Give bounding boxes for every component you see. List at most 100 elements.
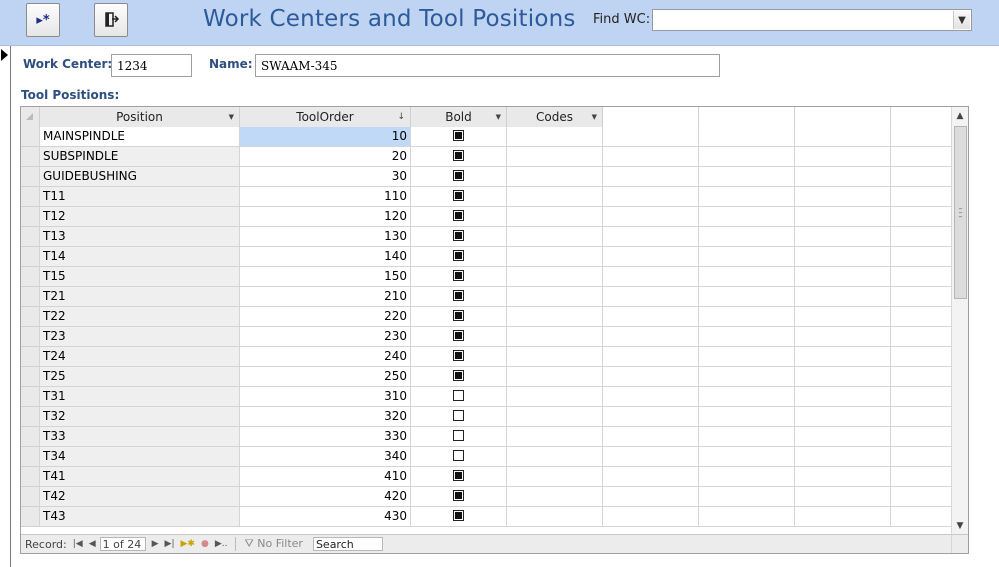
- bold-checkbox-checked[interactable]: [453, 310, 464, 321]
- first-record-icon[interactable]: |◀: [73, 539, 83, 549]
- table-row[interactable]: T41 410: [21, 467, 953, 487]
- column-header-bold[interactable]: Bold ▼: [411, 107, 507, 127]
- bold-cell[interactable]: [411, 467, 507, 487]
- new-record-nav-icon[interactable]: ▶✱: [181, 539, 195, 549]
- select-all-corner[interactable]: [21, 107, 40, 127]
- bold-checkbox-checked[interactable]: [453, 150, 464, 161]
- vertical-scrollbar[interactable]: ▲ – – – ▼: [951, 107, 968, 535]
- tool-order-cell[interactable]: 420: [240, 487, 411, 507]
- position-cell[interactable]: T23: [40, 327, 240, 347]
- table-row[interactable]: T13 130: [21, 227, 953, 247]
- row-selector[interactable]: [21, 327, 40, 347]
- row-selector[interactable]: [21, 247, 40, 267]
- bold-cell[interactable]: [411, 427, 507, 447]
- bold-cell[interactable]: [411, 287, 507, 307]
- name-field[interactable]: SWAAM-345: [255, 54, 720, 77]
- bold-checkbox-checked[interactable]: [453, 290, 464, 301]
- position-cell[interactable]: GUIDEBUSHING: [40, 167, 240, 187]
- bold-cell[interactable]: [411, 447, 507, 467]
- bold-cell[interactable]: [411, 207, 507, 227]
- bold-cell[interactable]: [411, 387, 507, 407]
- codes-cell[interactable]: [507, 427, 603, 447]
- tool-order-cell[interactable]: 120: [240, 207, 411, 227]
- row-selector[interactable]: [21, 307, 40, 327]
- position-cell[interactable]: T21: [40, 287, 240, 307]
- bold-checkbox-checked[interactable]: [453, 250, 464, 261]
- column-header-toolorder[interactable]: ToolOrder ↓: [240, 107, 411, 127]
- table-row[interactable]: T12 120: [21, 207, 953, 227]
- row-selector[interactable]: [21, 287, 40, 307]
- codes-cell[interactable]: [507, 347, 603, 367]
- tool-order-cell[interactable]: 20: [240, 147, 411, 167]
- bold-cell[interactable]: [411, 147, 507, 167]
- next-record-icon[interactable]: ▶: [152, 539, 159, 549]
- record-position-field[interactable]: 1 of 24: [99, 537, 146, 551]
- table-row[interactable]: T42 420: [21, 487, 953, 507]
- more-nav-icon[interactable]: ▶..: [215, 539, 228, 549]
- exit-button[interactable]: [94, 3, 128, 37]
- bold-cell[interactable]: [411, 487, 507, 507]
- codes-cell[interactable]: [507, 507, 603, 527]
- tool-order-cell[interactable]: 250: [240, 367, 411, 387]
- bold-checkbox-checked[interactable]: [453, 210, 464, 221]
- position-cell[interactable]: T34: [40, 447, 240, 467]
- table-row[interactable]: T33 330: [21, 427, 953, 447]
- tool-order-cell[interactable]: 430: [240, 507, 411, 527]
- row-selector[interactable]: [21, 187, 40, 207]
- row-selector[interactable]: [21, 467, 40, 487]
- position-cell[interactable]: T31: [40, 387, 240, 407]
- delete-record-icon[interactable]: ●: [201, 539, 209, 549]
- codes-cell[interactable]: [507, 407, 603, 427]
- row-selector[interactable]: [21, 447, 40, 467]
- row-selector[interactable]: [21, 407, 40, 427]
- table-row[interactable]: T24 240: [21, 347, 953, 367]
- position-cell[interactable]: T25: [40, 367, 240, 387]
- table-row[interactable]: T21 210: [21, 287, 953, 307]
- position-cell[interactable]: T32: [40, 407, 240, 427]
- tool-order-cell[interactable]: 240: [240, 347, 411, 367]
- tool-order-cell[interactable]: 210: [240, 287, 411, 307]
- table-row[interactable]: T14 140: [21, 247, 953, 267]
- row-selector[interactable]: [21, 487, 40, 507]
- table-row[interactable]: T31 310: [21, 387, 953, 407]
- tool-order-cell[interactable]: 230: [240, 327, 411, 347]
- bold-cell[interactable]: [411, 347, 507, 367]
- position-cell[interactable]: T43: [40, 507, 240, 527]
- table-row[interactable]: T25 250: [21, 367, 953, 387]
- position-cell[interactable]: T13: [40, 227, 240, 247]
- bold-checkbox-checked[interactable]: [453, 170, 464, 181]
- codes-cell[interactable]: [507, 267, 603, 287]
- bold-checkbox-checked[interactable]: [453, 190, 464, 201]
- codes-cell[interactable]: [507, 187, 603, 207]
- table-row[interactable]: T15 150: [21, 267, 953, 287]
- codes-cell[interactable]: [507, 367, 603, 387]
- bold-checkbox-checked[interactable]: [453, 370, 464, 381]
- bold-cell[interactable]: [411, 127, 507, 147]
- codes-cell[interactable]: [507, 487, 603, 507]
- codes-cell[interactable]: [507, 167, 603, 187]
- no-filter-button[interactable]: ⛛ No Filter: [244, 537, 302, 551]
- position-cell[interactable]: T14: [40, 247, 240, 267]
- codes-cell[interactable]: [507, 307, 603, 327]
- tool-order-cell[interactable]: 150: [240, 267, 411, 287]
- row-selector[interactable]: [21, 127, 40, 147]
- tool-positions-datasheet[interactable]: Position ▼ ToolOrder ↓ Bold ▼ Codes ▼ MA…: [20, 106, 969, 554]
- position-cell[interactable]: T11: [40, 187, 240, 207]
- bold-checkbox[interactable]: [453, 390, 464, 401]
- bold-cell[interactable]: [411, 187, 507, 207]
- position-cell[interactable]: T15: [40, 267, 240, 287]
- tool-order-cell[interactable]: 320: [240, 407, 411, 427]
- scrollbar-thumb[interactable]: – – –: [954, 126, 967, 299]
- tool-order-cell[interactable]: 130: [240, 227, 411, 247]
- bold-cell[interactable]: [411, 227, 507, 247]
- codes-cell[interactable]: [507, 467, 603, 487]
- bold-checkbox-checked[interactable]: [453, 510, 464, 521]
- table-row[interactable]: T32 320: [21, 407, 953, 427]
- row-selector[interactable]: [21, 367, 40, 387]
- work-center-field[interactable]: 1234: [111, 54, 192, 77]
- last-record-icon[interactable]: ▶|: [165, 539, 175, 549]
- bold-checkbox-checked[interactable]: [453, 490, 464, 501]
- tool-order-cell[interactable]: 340: [240, 447, 411, 467]
- codes-cell[interactable]: [507, 207, 603, 227]
- row-selector[interactable]: [21, 147, 40, 167]
